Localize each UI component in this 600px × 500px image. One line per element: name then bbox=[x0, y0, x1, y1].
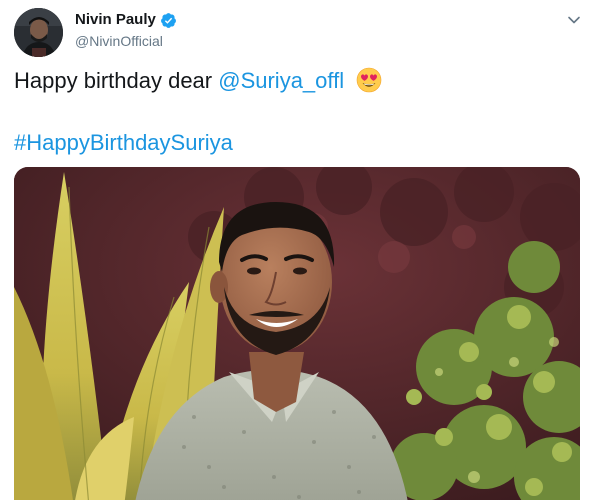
name-row: Nivin Pauly bbox=[75, 10, 177, 30]
author-handle[interactable]: @NivinOfficial bbox=[75, 31, 177, 51]
tweet-photo[interactable] bbox=[14, 167, 580, 500]
display-name[interactable]: Nivin Pauly bbox=[75, 10, 156, 30]
hashtag-link[interactable]: #HappyBirthdaySuriya bbox=[14, 130, 233, 155]
heart-eyes-emoji-icon bbox=[356, 67, 382, 93]
tweet-card: Nivin Pauly @NivinOfficial Happy birthda… bbox=[0, 0, 600, 500]
verified-badge-icon bbox=[160, 12, 176, 28]
author-info[interactable]: Nivin Pauly @NivinOfficial bbox=[75, 10, 177, 51]
tweet-text: Happy birthday dear @Suriya_offl bbox=[14, 66, 382, 96]
chevron-down-icon[interactable] bbox=[566, 12, 582, 28]
tweet-text-body: Happy birthday dear bbox=[14, 68, 219, 93]
hashtag-line: #HappyBirthdaySuriya bbox=[14, 128, 233, 158]
avatar[interactable] bbox=[14, 8, 63, 57]
photo-illustration bbox=[14, 167, 580, 500]
mention-link[interactable]: @Suriya_offl bbox=[218, 68, 344, 93]
